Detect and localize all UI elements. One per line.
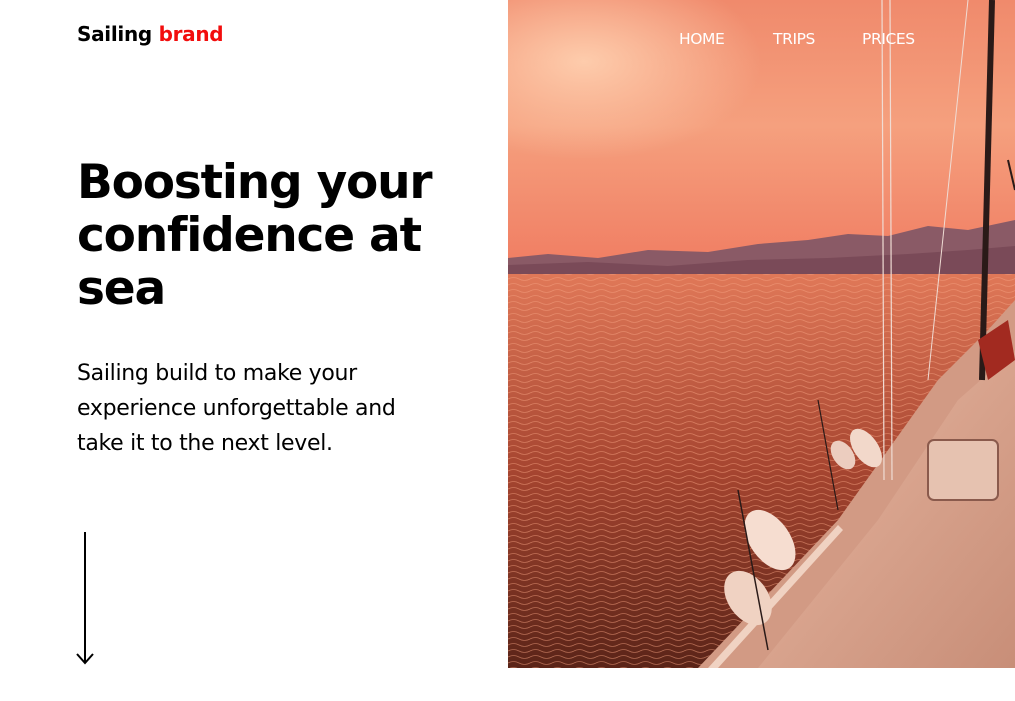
hero-image: [508, 0, 1015, 668]
nav-item-trips[interactable]: TRIPS: [773, 30, 815, 48]
brand-accent: brand: [158, 22, 224, 46]
brand-name: Sailing: [77, 22, 152, 46]
hero-headline: Boosting your confidence at sea: [77, 155, 433, 316]
arrow-down-icon[interactable]: [76, 532, 94, 670]
nav-item-prices[interactable]: PRICES: [862, 30, 915, 48]
nav-item-home[interactable]: HOME: [679, 30, 725, 48]
brand-logo[interactable]: Sailing brand: [77, 22, 224, 46]
hero-subtitle: Sailing build to make your experience un…: [77, 361, 396, 456]
